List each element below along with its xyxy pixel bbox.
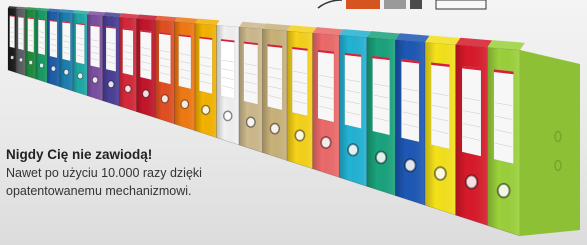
binder-finger-hole [320, 136, 332, 149]
binder-finger-hole [141, 89, 150, 99]
binder-finger-hole [63, 68, 70, 76]
binder [216, 20, 243, 146]
binder [366, 31, 400, 197]
binder-finger-hole [91, 76, 99, 84]
caption-block: Nigdy Cię nie zawiodą! Nawet po użyciu 1… [6, 146, 226, 200]
binder [455, 37, 493, 226]
binder-side-cover-shade [520, 50, 580, 236]
binder [154, 15, 178, 125]
top-product-4 [435, 0, 487, 10]
binder-finger-hole [124, 84, 132, 94]
caption-headline: Nigdy Cię nie zawiodą! [6, 147, 153, 162]
binder-finger-hole [294, 129, 306, 142]
binder-finger-hole [18, 57, 23, 63]
binder [338, 29, 371, 187]
binder-label-pocket [9, 15, 15, 49]
binder [72, 10, 90, 97]
binder-label-pocket [27, 17, 35, 53]
binder-finger-hole [403, 158, 417, 173]
binder-finger-hole [28, 60, 33, 65]
binder [286, 25, 317, 170]
binder [194, 18, 220, 139]
binder-label-pocket [17, 16, 24, 51]
binder [102, 12, 122, 107]
binder-finger-hole [180, 99, 190, 110]
binder-finger-hole [464, 174, 479, 190]
binder [136, 14, 158, 119]
binder-finger-hole [245, 116, 256, 128]
top-product-3 [410, 0, 422, 9]
binder [424, 35, 461, 216]
binder [395, 33, 430, 206]
binder-finger-hole [107, 80, 115, 89]
binder-finger-hole [433, 166, 447, 181]
top-swoosh [317, 0, 343, 9]
binder-finger-hole [77, 72, 84, 80]
binder-finger-hole [160, 94, 169, 104]
top-product-1 [346, 0, 380, 9]
binder-finger-hole [269, 122, 281, 135]
binder [118, 13, 140, 113]
top-product-2 [384, 0, 406, 9]
binder-finger-hole [222, 110, 233, 122]
binder-finger-hole [375, 150, 388, 165]
binder-finger-hole [10, 55, 15, 60]
binder-finger-hole [201, 104, 211, 116]
binder-finger-hole [496, 182, 511, 199]
top-product-strip [317, 0, 487, 10]
binder [312, 27, 344, 178]
binder [238, 21, 267, 153]
binder-finger-hole [347, 143, 359, 157]
binder [174, 17, 199, 132]
binder [59, 9, 75, 92]
binder-finger-hole [50, 65, 57, 72]
binder-lineup-illustration [7, 0, 580, 237]
binder [487, 40, 525, 237]
caption-body: Nawet po użyciu 10.000 razy dzięki opate… [6, 166, 202, 198]
binder [87, 11, 106, 102]
binder [262, 23, 291, 161]
binder-finger-hole [39, 62, 44, 69]
